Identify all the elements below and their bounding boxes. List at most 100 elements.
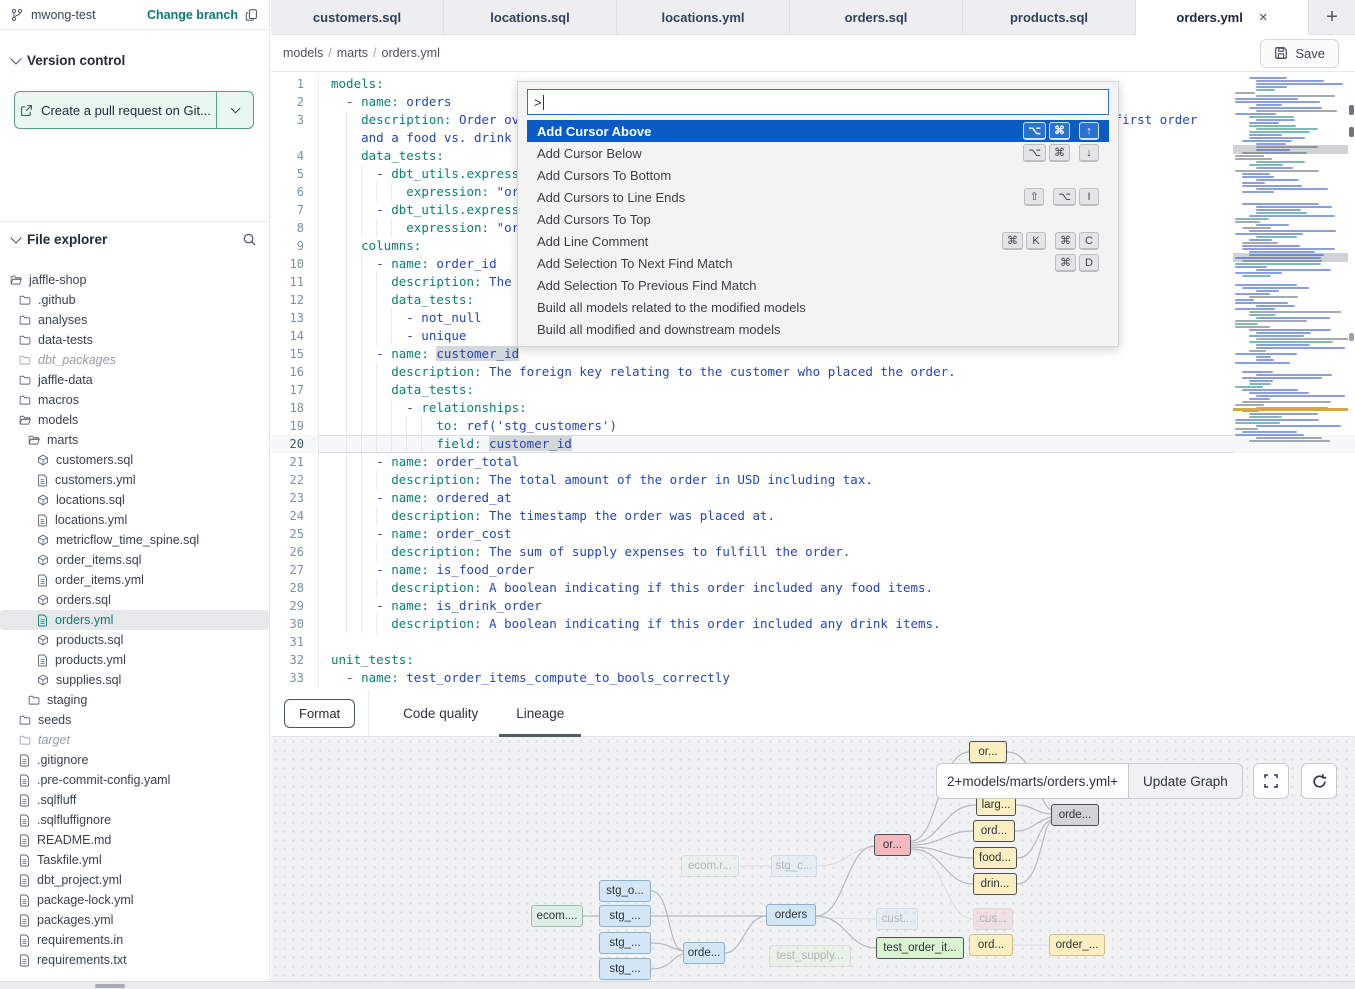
lineage-node-orde[interactable]: orde...: [683, 942, 725, 964]
lineage-selector-input[interactable]: 2+models/marts/orders.yml+: [936, 763, 1129, 799]
bottom-scrollbar[interactable]: [0, 981, 1355, 989]
editor-line-16[interactable]: 16 description: The foreign key relating…: [271, 363, 1355, 381]
breadcrumb-item[interactable]: models: [283, 46, 323, 60]
bottom-tab-lineage[interactable]: Lineage: [512, 690, 568, 737]
update-graph-button[interactable]: Update Graph: [1129, 763, 1243, 799]
minimap[interactable]: [1233, 75, 1348, 635]
lineage-node-ecom[interactable]: ecom....: [531, 905, 583, 927]
tree-item-requirements.txt[interactable]: requirements.txt: [0, 950, 269, 970]
editor-line-22[interactable]: 22 description: The total amount of the …: [271, 471, 1355, 489]
tree-item-orders.sql[interactable]: orders.sql: [0, 590, 269, 610]
tree-item-.gitignore[interactable]: .gitignore: [0, 750, 269, 770]
bottom-tab-code-quality[interactable]: Code quality: [399, 690, 482, 737]
tree-item-order_items.yml[interactable]: order_items.yml: [0, 570, 269, 590]
save-button[interactable]: Save: [1260, 39, 1339, 68]
tree-item-seeds[interactable]: seeds: [0, 710, 269, 730]
tree-item-package-lock.yml[interactable]: package-lock.yml: [0, 890, 269, 910]
editor-line-23[interactable]: 23 - name: ordered_at: [271, 489, 1355, 507]
tree-item-packages.yml[interactable]: packages.yml: [0, 910, 269, 930]
palette-item[interactable]: Add Cursors to Line Ends⇧⌥I: [527, 186, 1109, 208]
editor-line-25[interactable]: 25 - name: order_cost: [271, 525, 1355, 543]
refresh-button[interactable]: [1301, 763, 1337, 799]
lineage-node-or[interactable]: or...: [874, 834, 911, 856]
palette-item[interactable]: Add Line Comment⌘K⌘C: [527, 230, 1109, 252]
editor-line-18[interactable]: 18 - relationships:: [271, 399, 1355, 417]
editor-line-19[interactable]: 19 to: ref('stg_customers'): [271, 417, 1355, 435]
lineage-node-orders[interactable]: orders: [766, 904, 816, 926]
scrollbar-thumb[interactable]: [95, 984, 125, 988]
lineage-node-stg_[interactable]: stg_...: [599, 932, 651, 954]
tree-item-jaffle-shop[interactable]: jaffle-shop: [0, 270, 269, 290]
tree-item-target[interactable]: target: [0, 730, 269, 750]
editor-line-21[interactable]: 21 - name: order_total: [271, 453, 1355, 471]
version-control-header[interactable]: Version control: [0, 45, 269, 75]
tree-item-order_items.sql[interactable]: order_items.sql: [0, 550, 269, 570]
tree-item-locations.sql[interactable]: locations.sql: [0, 490, 269, 510]
tree-item-.sqlfluffignore[interactable]: .sqlfluffignore: [0, 810, 269, 830]
tree-item-README.md[interactable]: README.md: [0, 830, 269, 850]
command-palette-input[interactable]: >: [527, 89, 1109, 115]
palette-item[interactable]: Add Cursor Below⌥⌘↓: [527, 142, 1109, 164]
new-tab-button[interactable]: +: [1309, 0, 1355, 34]
tree-item-metricflow_time_spine.sql[interactable]: metricflow_time_spine.sql: [0, 530, 269, 550]
tree-item-.github[interactable]: .github: [0, 290, 269, 310]
tree-item-supplies.sql[interactable]: supplies.sql: [0, 670, 269, 690]
lineage-node-test_order_it[interactable]: test_order_it...: [876, 937, 964, 959]
editor-line-27[interactable]: 27 - name: is_food_order: [271, 561, 1355, 579]
lineage-node-stg_c[interactable]: stg_c...: [771, 855, 817, 877]
change-branch-link[interactable]: Change branch: [147, 8, 238, 22]
tab-locations.sql[interactable]: locations.sql: [444, 0, 617, 34]
lineage-node-stg_[interactable]: stg_...: [599, 905, 651, 927]
search-icon[interactable]: [242, 232, 257, 247]
lineage-node-test_supply[interactable]: test_supply...: [769, 945, 851, 967]
editor-line-33[interactable]: 33 - name: test_order_items_compute_to_b…: [271, 669, 1355, 687]
editor-line-17[interactable]: 17 data_tests:: [271, 381, 1355, 399]
lineage-node-order_[interactable]: order_...: [1049, 934, 1105, 956]
lineage-node-cus[interactable]: cus...: [973, 908, 1013, 930]
lineage-node-ecomr[interactable]: ecom.r...: [681, 855, 739, 877]
tree-item-.sqlfluff[interactable]: .sqlfluff: [0, 790, 269, 810]
tree-item-staging[interactable]: staging: [0, 690, 269, 710]
tab-orders.yml[interactable]: orders.yml×: [1136, 0, 1309, 35]
lineage-node-drin[interactable]: drin...: [973, 873, 1017, 895]
tree-item-marts[interactable]: marts: [0, 430, 269, 450]
lineage-node-or[interactable]: or...: [969, 741, 1007, 763]
editor-line-24[interactable]: 24 description: The timestamp the order …: [271, 507, 1355, 525]
tree-item-requirements.in[interactable]: requirements.in: [0, 930, 269, 950]
tree-item-.pre-commit-config.yaml[interactable]: .pre-commit-config.yaml: [0, 770, 269, 790]
palette-item[interactable]: Add Cursors To Bottom: [527, 164, 1109, 186]
tree-item-customers.sql[interactable]: customers.sql: [0, 450, 269, 470]
palette-item[interactable]: Build all modified and downstream models: [527, 318, 1109, 340]
create-pr-dropdown[interactable]: [217, 92, 253, 128]
lineage-node-orde[interactable]: orde...: [1051, 804, 1099, 826]
tree-item-customers.yml[interactable]: customers.yml: [0, 470, 269, 490]
editor-line-30[interactable]: 30 description: A boolean indicating if …: [271, 615, 1355, 633]
tree-item-macros[interactable]: macros: [0, 390, 269, 410]
tree-item-products.yml[interactable]: products.yml: [0, 650, 269, 670]
copy-icon[interactable]: [245, 8, 259, 22]
tree-item-Taskfile.yml[interactable]: Taskfile.yml: [0, 850, 269, 870]
lineage-node-stg_o[interactable]: stg_o...: [599, 880, 651, 902]
fullscreen-button[interactable]: [1253, 763, 1289, 799]
tab-locations.yml[interactable]: locations.yml: [617, 0, 790, 34]
editor-line-28[interactable]: 28 description: A boolean indicating if …: [271, 579, 1355, 597]
breadcrumb-item[interactable]: marts: [337, 46, 368, 60]
tree-item-orders.yml[interactable]: orders.yml: [0, 610, 269, 630]
tree-item-models[interactable]: models: [0, 410, 269, 430]
editor-scrollbar[interactable]: [1348, 75, 1355, 690]
tree-item-locations.yml[interactable]: locations.yml: [0, 510, 269, 530]
editor-line-15[interactable]: 15 - name: customer_id: [271, 345, 1355, 363]
lineage-node-ord[interactable]: ord...: [973, 820, 1015, 842]
tree-item-dbt_packages[interactable]: dbt_packages: [0, 350, 269, 370]
palette-item[interactable]: Add Cursors To Top: [527, 208, 1109, 230]
palette-item[interactable]: Add Selection To Previous Find Match: [527, 274, 1109, 296]
palette-item[interactable]: Build all models related to the modified…: [527, 296, 1109, 318]
tab-orders.sql[interactable]: orders.sql: [790, 0, 963, 34]
lineage-node-ord[interactable]: ord...: [969, 934, 1013, 956]
format-button[interactable]: Format: [284, 699, 355, 728]
tree-item-analyses[interactable]: analyses: [0, 310, 269, 330]
lineage-node-stg_[interactable]: stg_...: [599, 958, 651, 980]
create-pr-button[interactable]: Create a pull request on Git...: [15, 92, 217, 128]
tab-customers.sql[interactable]: customers.sql: [271, 0, 444, 34]
palette-item[interactable]: Add Selection To Next Find Match⌘D: [527, 252, 1109, 274]
